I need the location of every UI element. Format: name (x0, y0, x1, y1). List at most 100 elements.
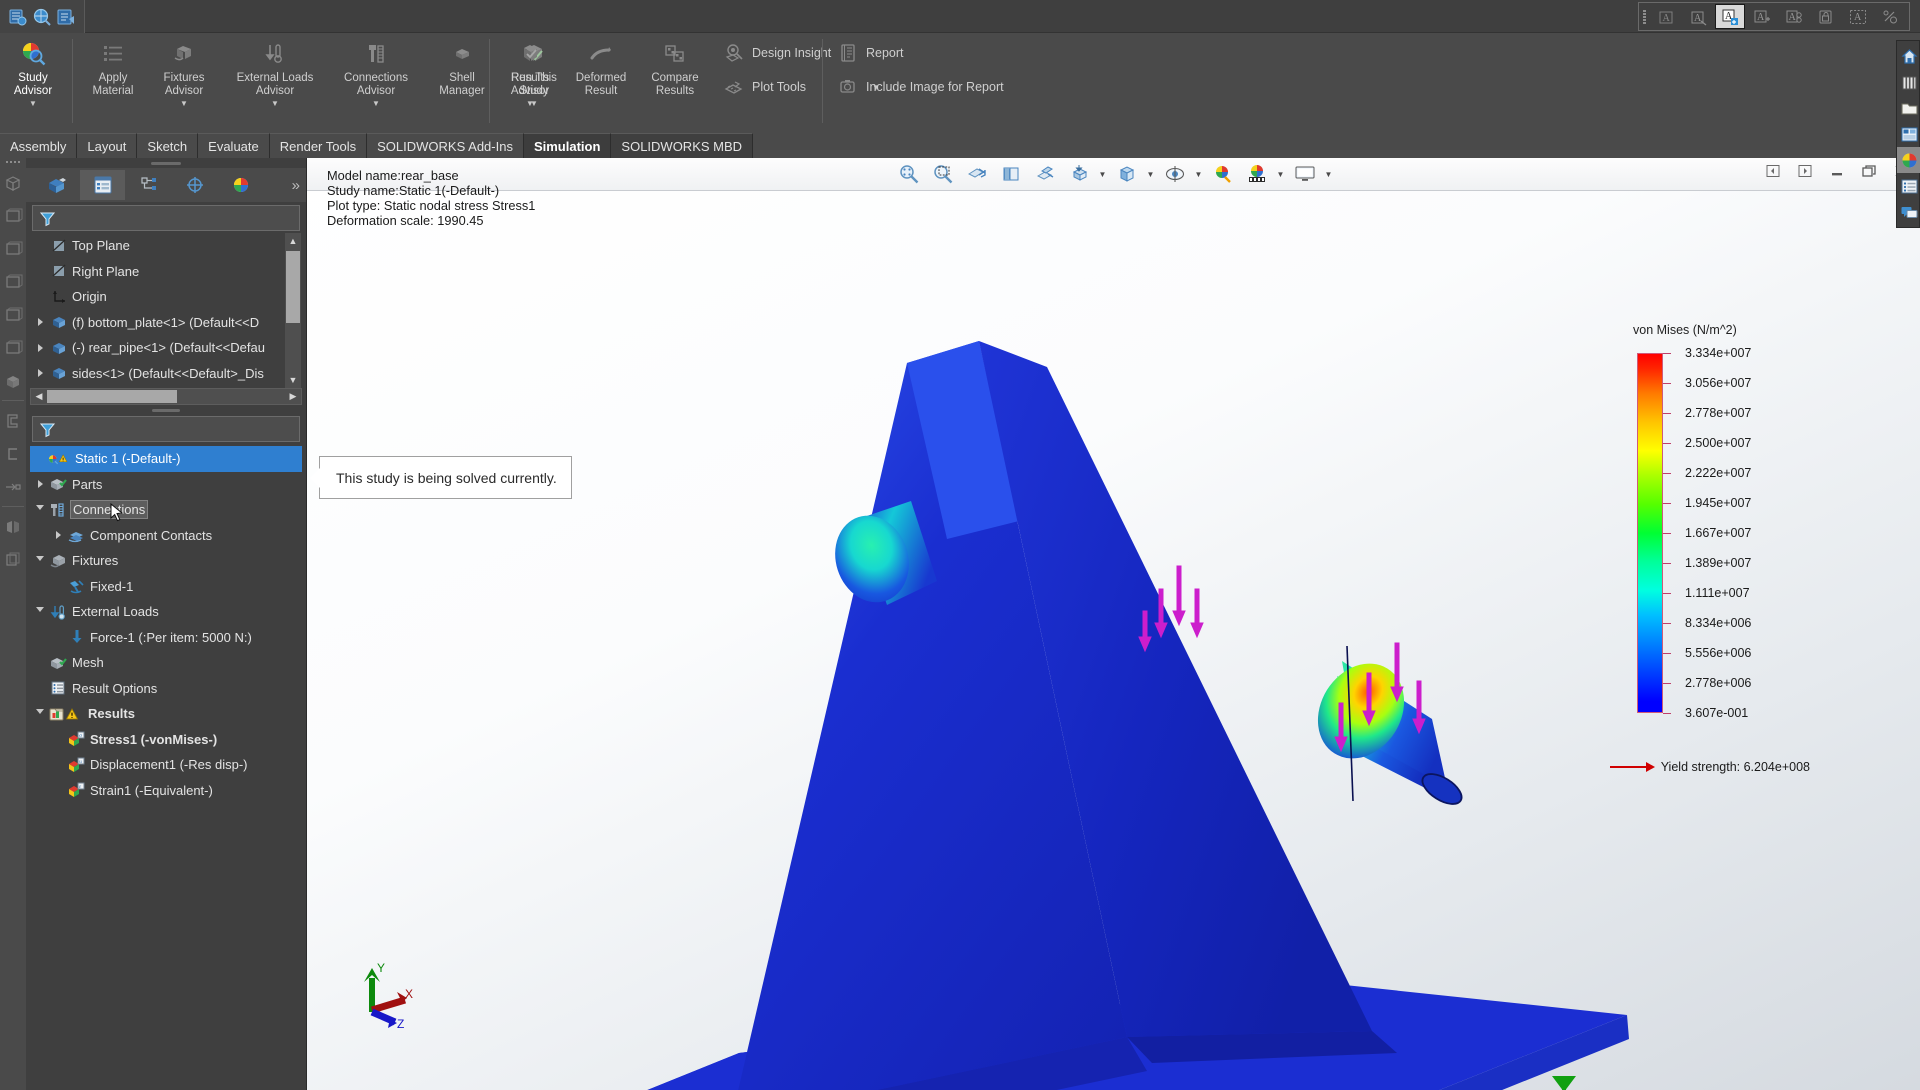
feature-tree[interactable]: Top Plane Right Plane Origin (f) bottom_… (30, 233, 302, 388)
appearances-scenes-icon[interactable] (1897, 147, 1920, 173)
twisty-expand[interactable] (50, 531, 66, 540)
ribbon-button-compare-results[interactable]: Compare Results (638, 33, 712, 98)
fm-tab-displaymanager[interactable] (218, 170, 263, 200)
weldment-cut-list-icon[interactable] (0, 470, 26, 503)
tab-solidworks-mbd[interactable]: SOLIDWORKS MBD (611, 133, 754, 158)
view-top-icon[interactable] (0, 232, 26, 265)
scroll-thumb[interactable] (286, 251, 300, 323)
graphics-viewport[interactable]: ▼ ▼ ▼ ▼ ▼ Model name:rear_base Study nam… (307, 158, 1920, 1090)
restore-button[interactable] (1858, 161, 1880, 181)
scroll-right-arrow-icon[interactable]: ▶ (285, 391, 301, 402)
viewport-layout-icon[interactable] (1290, 161, 1320, 187)
chevron-down-icon[interactable]: ▼ (271, 100, 279, 108)
feature-tree-hscrollbar[interactable]: ◀ ▶ (30, 388, 302, 405)
ribbon-button-include-image-for-report[interactable]: Include Image for Report (832, 73, 1008, 101)
study-item-strain1[interactable]: ε Strain1 (-Equivalent-) (30, 778, 302, 804)
simulation-study-tree[interactable]: Static 1 (-Default-) Parts Connections C… (30, 446, 302, 803)
restore-previous-window-button[interactable] (1762, 161, 1784, 181)
study-item-stress1[interactable]: σ Stress1 (-vonMises-) (30, 727, 302, 753)
study-item-fixtures[interactable]: Fixtures (30, 548, 302, 574)
panel-splitter[interactable] (26, 405, 306, 416)
mirror-component-icon[interactable] (0, 510, 26, 543)
tab-evaluate[interactable]: Evaluate (198, 133, 270, 158)
task-pane-home-icon[interactable] (1897, 43, 1920, 69)
view-settings-icon[interactable] (1242, 161, 1272, 187)
ribbon-button-fixtures-advisor[interactable]: Fixtures Advisor ▼ (146, 33, 222, 108)
chevron-down-icon[interactable]: ▼ (1098, 170, 1108, 179)
scroll-thumb[interactable] (47, 390, 177, 403)
tree-item-top-plane[interactable]: Top Plane (30, 233, 284, 259)
study-item-mesh[interactable]: Mesh (30, 650, 302, 676)
restore-next-window-button[interactable] (1794, 161, 1816, 181)
display-style-icon[interactable] (1064, 161, 1094, 187)
feature-tree-vscrollbar[interactable]: ▲ ▼ (285, 233, 301, 388)
study-item-static-1[interactable]: Static 1 (-Default-) (30, 446, 302, 472)
view-isometric-icon[interactable] (0, 166, 26, 199)
tab-assembly[interactable]: Assembly (0, 133, 78, 158)
fm-tab-configurationmanager[interactable] (126, 170, 171, 200)
simulation-advisor-icon[interactable] (32, 7, 52, 27)
annotation-dimension-icon[interactable] (1875, 4, 1905, 29)
hide-show-items-icon[interactable] (1160, 161, 1190, 187)
view-cube-icon[interactable] (1112, 161, 1142, 187)
tree-item-sides[interactable]: sides<1> (Default<<Default>_Dis (30, 361, 284, 387)
study-item-force-1[interactable]: Force-1 (:Per item: 5000 N:) (30, 625, 302, 651)
minimize-button[interactable] (1826, 161, 1848, 181)
zoom-to-area-icon[interactable] (928, 161, 958, 187)
expand-tabs-chevron-icon[interactable]: » (292, 177, 300, 194)
annotation-note-icon[interactable]: A (1651, 4, 1681, 29)
open-study-icon[interactable] (56, 7, 76, 27)
feature-tree-filter[interactable] (32, 205, 300, 231)
twisty-expand[interactable] (32, 369, 48, 378)
previous-view-icon[interactable] (1030, 161, 1060, 187)
view-orientation-icon[interactable] (996, 161, 1026, 187)
tree-item-right-plane[interactable]: Right Plane (30, 259, 284, 285)
apply-scene-icon[interactable] (1208, 161, 1238, 187)
ribbon-button-external-loads-advisor[interactable]: External Loads Advisor ▼ (222, 33, 328, 108)
tree-item-rear-pipe[interactable]: (-) rear_pipe<1> (Default<<Defau (30, 335, 284, 361)
ribbon-button-connections-advisor[interactable]: Connections Advisor ▼ (328, 33, 424, 108)
annotation-block-icon[interactable] (1811, 4, 1841, 29)
chevron-down-icon[interactable]: ▼ (1324, 170, 1334, 179)
scroll-up-arrow-icon[interactable]: ▲ (285, 233, 301, 249)
annotation-balloon-icon[interactable]: A (1683, 4, 1713, 29)
twisty-collapse[interactable] (32, 607, 48, 616)
study-item-parts[interactable]: Parts (30, 472, 302, 498)
twisty-expand[interactable] (32, 318, 48, 327)
rail-grip[interactable] (0, 158, 26, 166)
file-explorer-icon[interactable] (1897, 95, 1920, 121)
chevron-down-icon[interactable]: ▼ (1146, 170, 1156, 179)
section-view-icon[interactable] (962, 161, 992, 187)
ribbon-button-results-advisor[interactable]: Results Advisor ▼ (496, 33, 564, 108)
new-simulation-study-icon[interactable] (8, 7, 28, 27)
twisty-expand[interactable] (32, 343, 48, 352)
tree-item-bottom-plate[interactable]: (f) bottom_plate<1> (Default<<D (30, 310, 284, 336)
tab-render-tools[interactable]: Render Tools (269, 133, 368, 158)
tab-layout[interactable]: Layout (77, 133, 138, 158)
study-item-component-contacts[interactable]: Component Contacts (30, 523, 302, 549)
scroll-down-arrow-icon[interactable]: ▼ (285, 372, 301, 388)
ribbon-button-deformed-result[interactable]: Deformed Result (564, 33, 638, 98)
view-back-icon[interactable] (0, 298, 26, 331)
chevron-down-icon[interactable]: ▼ (29, 100, 37, 108)
tab-solidworks-addins[interactable]: SOLIDWORKS Add-Ins (367, 133, 524, 158)
tab-simulation[interactable]: Simulation (523, 133, 612, 158)
fm-tab-propertymanager[interactable] (80, 170, 125, 200)
panel-drag-handle[interactable] (26, 158, 306, 168)
chevron-down-icon[interactable]: ▼ (372, 100, 380, 108)
weldment-member-icon[interactable] (0, 437, 26, 470)
custom-properties-icon[interactable] (1897, 173, 1920, 199)
toolbar-grip[interactable] (1643, 9, 1646, 24)
twisty-collapse[interactable] (32, 505, 48, 514)
chevron-down-icon[interactable]: ▼ (180, 100, 188, 108)
annotation-weld-symbol-icon[interactable]: A (1747, 4, 1777, 29)
annotation-area-hatch-icon[interactable]: A (1843, 4, 1873, 29)
design-library-icon[interactable] (1897, 69, 1920, 95)
solidworks-forum-icon[interactable] (1897, 199, 1920, 225)
twisty-expand[interactable] (32, 480, 48, 489)
tab-sketch[interactable]: Sketch (137, 133, 199, 158)
study-item-connections[interactable]: Connections (30, 497, 302, 523)
twisty-collapse[interactable] (32, 709, 48, 718)
tree-item-origin[interactable]: Origin (30, 284, 284, 310)
annotation-surface-finish-icon[interactable]: A (1715, 4, 1745, 29)
